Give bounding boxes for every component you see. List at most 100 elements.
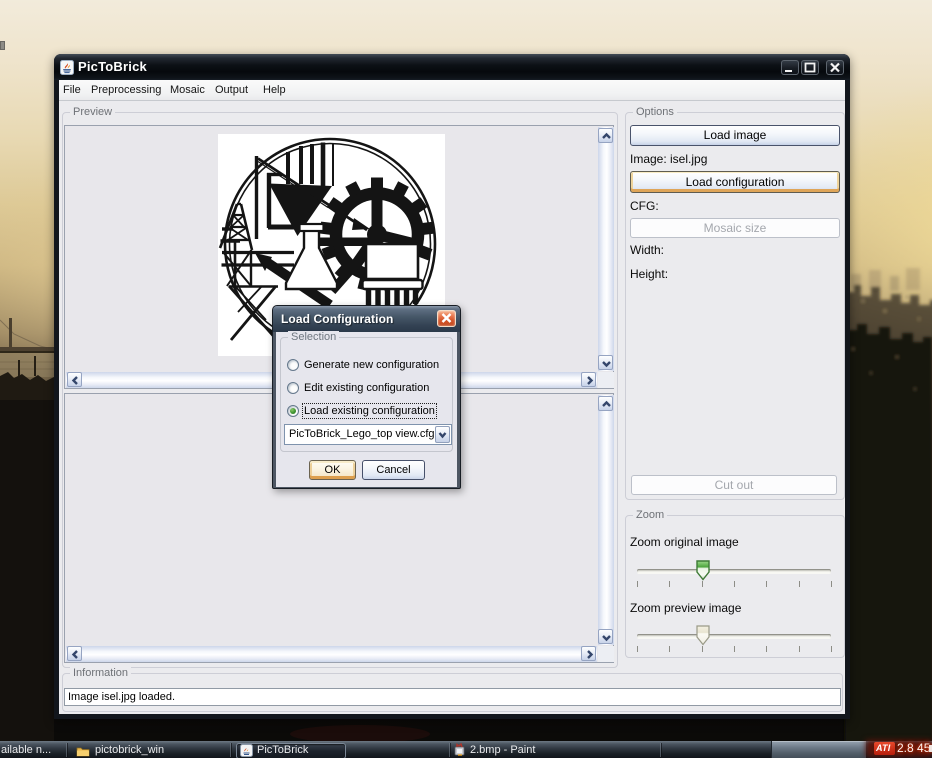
ati-overlay: ATI 2.8 45 [866, 739, 932, 758]
zoom-original-slider-track[interactable] [637, 569, 831, 573]
slider-tick [702, 646, 703, 652]
zoom-preview-label: Zoom preview image [630, 601, 741, 615]
horizontal-scrollbar-track[interactable] [66, 646, 597, 662]
desktop-icon[interactable] [0, 41, 5, 50]
menu-preprocessing[interactable]: Preprocessing [91, 84, 161, 96]
configuration-combobox[interactable]: PicToBrick_Lego_top view.cfg [284, 424, 452, 445]
width-label: Width: [630, 243, 664, 257]
radio-load-existing[interactable] [287, 405, 299, 417]
ati-values: 2.8 45 [897, 741, 930, 755]
scroll-right-button[interactable] [581, 372, 596, 387]
maximize-icon [802, 61, 818, 74]
options-group-label: Options [633, 106, 677, 118]
window-titlebar[interactable]: PicToBrick [54, 54, 850, 80]
scrollbar-corner [598, 372, 614, 388]
height-label: Height: [630, 267, 668, 281]
ok-button[interactable]: OK [309, 460, 356, 480]
chevron-left-icon [69, 374, 82, 387]
chevron-up-icon [600, 130, 613, 143]
taskbar-item-partial[interactable]: ailable n... [1, 744, 51, 756]
radio-generate-new[interactable] [287, 359, 299, 371]
zoom-original-label: Zoom original image [630, 535, 739, 549]
zoom-group-label: Zoom [633, 509, 667, 521]
dialog-titlebar[interactable]: Load Configuration [273, 306, 460, 332]
taskbar-item-paint[interactable]: 2.bmp - Paint [470, 744, 535, 756]
minimize-button[interactable] [781, 60, 799, 75]
slider-tick [637, 646, 638, 652]
cfg-label: CFG: [630, 199, 659, 213]
taskbar-item-pictobrick-win[interactable]: pictobrick_win [95, 744, 164, 756]
scroll-down-button[interactable] [598, 355, 613, 370]
bridge-silhouette [0, 318, 60, 758]
information-field[interactable]: Image isel.jpg loaded. [64, 688, 841, 706]
scroll-up-button[interactable] [598, 396, 613, 411]
zoom-original-slider-ticks [637, 581, 832, 587]
cut-out-button[interactable]: Cut out [631, 475, 837, 495]
taskbar-separator [230, 743, 231, 757]
dialog-close-button[interactable] [437, 310, 456, 327]
information-message: Image isel.jpg loaded. [68, 691, 175, 703]
menubar: File Preprocessing Mosaic Output Help [59, 80, 845, 101]
radio-edit-existing[interactable] [287, 382, 299, 394]
taskbar-separator [66, 743, 67, 757]
chevron-left-icon [69, 648, 82, 661]
mosaic-size-button[interactable]: Mosaic size [630, 218, 840, 238]
menu-help[interactable]: Help [263, 84, 286, 96]
dialog-body: Selection Generate new configuration Edi… [276, 332, 457, 487]
selection-group-label: Selection [288, 331, 339, 343]
chevron-up-icon [600, 398, 613, 411]
scrollbar-corner [598, 646, 614, 662]
dialog-title: Load Configuration [281, 312, 393, 326]
city-silhouette [845, 268, 932, 758]
load-configuration-dialog: Load Configuration Selection Generate ne… [272, 305, 461, 489]
radio-load-existing-label[interactable]: Load existing configuration [304, 405, 435, 417]
paint-icon [453, 743, 467, 758]
slider-tick [831, 581, 832, 587]
menu-output[interactable]: Output [215, 84, 248, 96]
taskbar-tray [771, 741, 866, 758]
close-icon [438, 311, 455, 326]
load-configuration-button[interactable]: Load configuration [630, 171, 840, 193]
scroll-up-button[interactable] [598, 128, 613, 143]
scroll-left-button[interactable] [67, 372, 82, 387]
zoom-preview-slider-thumb[interactable] [696, 625, 710, 646]
information-group-label: Information [70, 667, 131, 679]
slider-tick [734, 581, 735, 587]
desktop: PicToBrick File Preprocessing Mosaic Out… [0, 0, 932, 758]
menu-mosaic[interactable]: Mosaic [170, 84, 205, 96]
zoom-preview-slider-ticks [637, 646, 832, 652]
load-image-button[interactable]: Load image [630, 125, 840, 146]
taskbar-separator [660, 743, 661, 757]
scroll-left-button[interactable] [67, 646, 82, 661]
vertical-scrollbar-track[interactable] [598, 127, 614, 371]
vertical-scrollbar-track[interactable] [598, 395, 614, 645]
zoom-original-slider-thumb[interactable] [696, 560, 710, 581]
maximize-button[interactable] [801, 60, 819, 75]
chevron-down-icon [600, 357, 613, 370]
scroll-down-button[interactable] [598, 629, 613, 644]
minimize-icon [782, 61, 798, 74]
java-app-icon [60, 60, 74, 75]
radio-edit-existing-label[interactable]: Edit existing configuration [304, 382, 429, 394]
image-name-label: Image: isel.jpg [630, 152, 707, 166]
taskbar-item-pictobrick-label: PicToBrick [257, 744, 308, 756]
preview-group-label: Preview [70, 106, 115, 118]
scroll-right-button[interactable] [581, 646, 596, 661]
folder-icon [76, 744, 90, 758]
cancel-button[interactable]: Cancel [362, 460, 425, 480]
ati-logo-text: ATI [876, 743, 890, 753]
close-button[interactable] [826, 60, 844, 75]
slider-tick [799, 646, 800, 652]
radio-generate-new-label[interactable]: Generate new configuration [304, 359, 439, 371]
chevron-right-icon [583, 648, 596, 661]
configuration-combobox-value: PicToBrick_Lego_top view.cfg [289, 428, 435, 440]
combobox-dropdown-button[interactable] [435, 426, 450, 443]
ati-logo: ATI [874, 742, 895, 755]
chevron-down-icon [600, 631, 613, 644]
slider-tick [831, 646, 832, 652]
menu-file[interactable]: File [63, 84, 81, 96]
zoom-preview-slider-track[interactable] [637, 634, 831, 638]
slider-tick [766, 581, 767, 587]
slider-tick [702, 581, 703, 587]
close-icon [827, 61, 843, 74]
